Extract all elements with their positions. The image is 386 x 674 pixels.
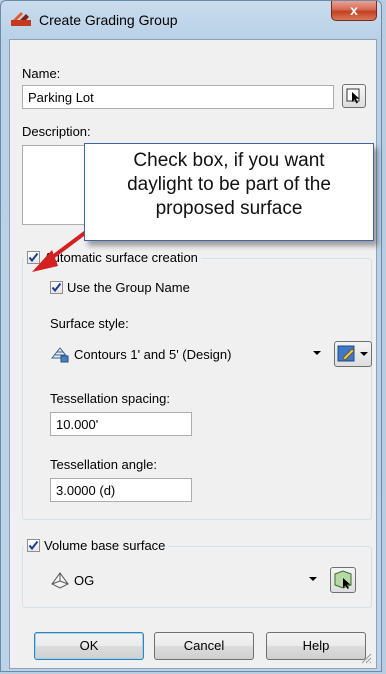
automatic-surface-label: Automatic surface creation [44,250,198,265]
volume-base-legend[interactable]: Volume base surface [24,538,169,553]
surface-style-combo[interactable]: Contours 1' and 5' (Design) [48,341,328,367]
surface-style-icon [50,347,70,363]
volume-surface-combo[interactable]: OG [48,567,324,593]
checkmark-icon [28,252,39,263]
tessellation-spacing-input[interactable] [50,412,192,436]
title-bar[interactable]: Create Grading Group x [1,1,381,39]
close-button[interactable]: x [331,1,377,21]
window-title: Create Grading Group [39,12,178,28]
civil3d-app-icon [11,12,31,26]
volume-base-label: Volume base surface [44,538,166,553]
automatic-surface-legend[interactable]: Automatic surface creation [24,250,201,265]
automatic-surface-checkbox[interactable] [27,251,40,264]
pick-surface-button[interactable] [330,567,356,593]
pick-surface-icon [334,570,352,589]
dialog-window: Create Grading Group x Name: Description… [0,0,382,672]
use-group-name-label: Use the Group Name [67,280,190,295]
resize-grip-icon[interactable] [360,652,372,664]
volume-surface-value: OG [74,572,95,588]
checkmark-icon [28,540,39,551]
name-label: Name: [22,66,61,81]
use-group-name-checkbox[interactable] [50,281,63,294]
edit-style-button[interactable] [334,341,372,367]
dialog-client-area: Name: Description: Automatic surface cre… [9,39,377,669]
use-group-name-row[interactable]: Use the Group Name [50,280,190,295]
surface-style-label: Surface style: [50,316,129,331]
checkmark-icon [51,282,62,293]
help-button[interactable]: Help [266,632,366,660]
edit-style-icon [337,345,368,362]
cancel-button[interactable]: Cancel [154,632,254,660]
tessellation-spacing-label: Tessellation spacing: [50,391,170,406]
name-input[interactable] [22,85,334,109]
tessellation-angle-input[interactable] [50,478,192,502]
surface-icon [51,572,69,589]
volume-base-checkbox[interactable] [27,539,40,552]
tessellation-angle-label: Tessellation angle: [50,457,157,472]
chevron-down-icon [309,577,317,581]
annotation-callout: Check box, if you want daylight to be pa… [84,143,374,241]
callout-line-1: Check box, if you want [133,150,325,171]
ok-button[interactable]: OK [34,632,144,660]
close-icon: x [350,2,358,18]
callout-line-3: proposed surface [155,198,303,219]
pick-from-drawing-button[interactable] [342,84,366,108]
description-label: Description: [22,124,91,139]
callout-line-2: daylight to be part of the [127,174,331,195]
pick-cursor-icon [346,88,360,104]
surface-style-value: Contours 1' and 5' (Design) [74,346,232,362]
chevron-down-icon [313,351,321,355]
